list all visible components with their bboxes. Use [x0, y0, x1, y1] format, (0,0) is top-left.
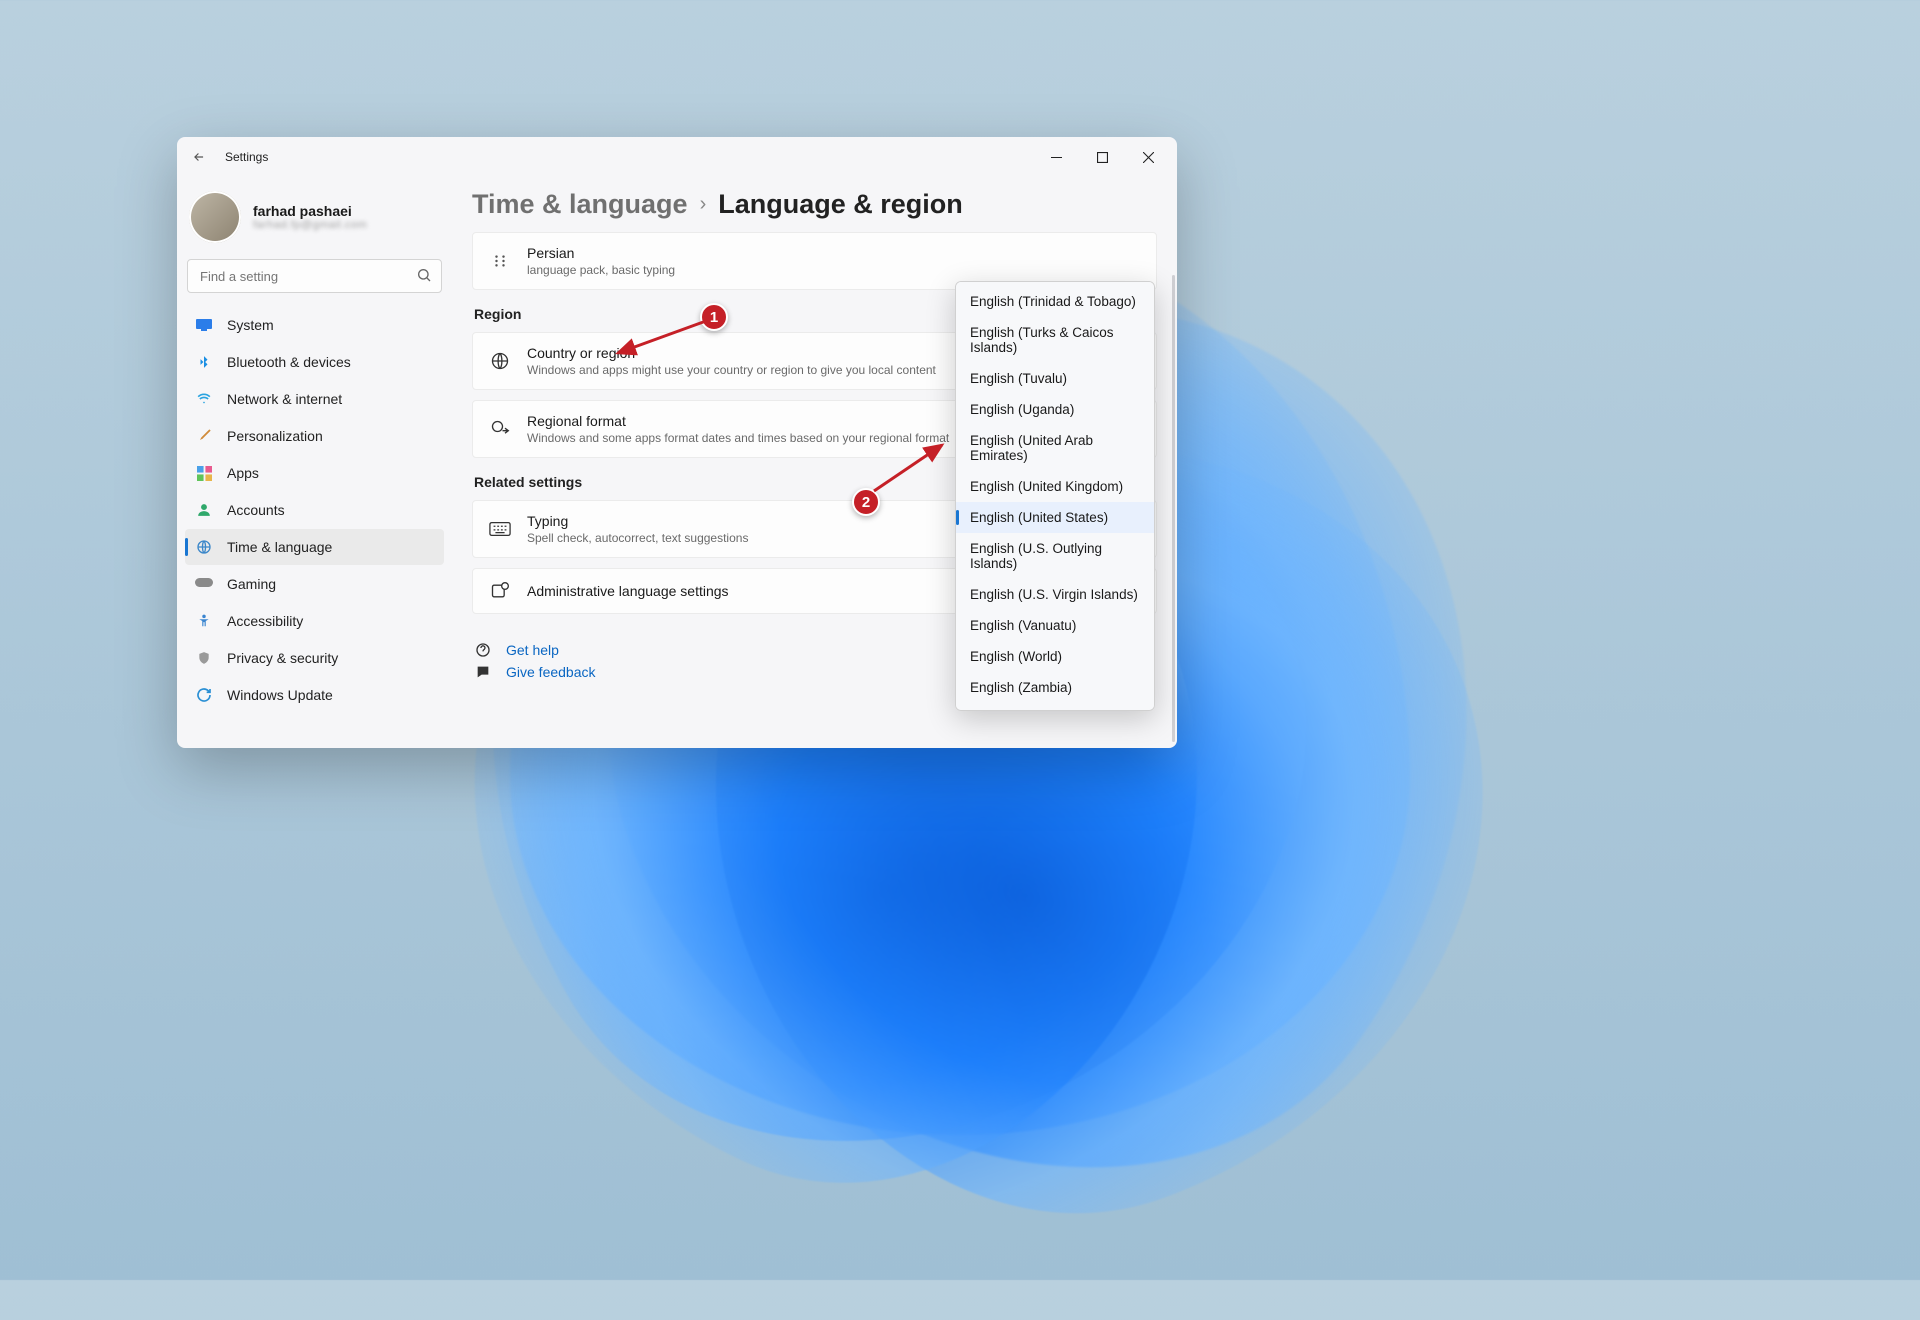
country-option[interactable]: English (Zambia): [956, 672, 1154, 703]
admin-language-title: Administrative language settings: [527, 583, 729, 599]
country-option[interactable]: English (U.S. Virgin Islands): [956, 579, 1154, 610]
search-wrap: [187, 259, 442, 293]
sidebar-item-accessibility[interactable]: Accessibility: [185, 603, 444, 639]
accessibility-icon: [195, 612, 213, 630]
settings-window: Settings farhad pashaei farhad.fp@gmail.…: [177, 137, 1177, 748]
sidebar-item-label: Personalization: [227, 428, 323, 444]
sidebar-item-gaming[interactable]: Gaming: [185, 566, 444, 602]
bluetooth-icon: [195, 353, 213, 371]
page-title: Language & region: [718, 189, 963, 220]
country-subtitle: Windows and apps might use your country …: [527, 363, 936, 377]
breadcrumb-root[interactable]: Time & language: [472, 189, 688, 220]
sidebar-item-label: Privacy & security: [227, 650, 338, 666]
display-icon: [195, 316, 213, 334]
minimize-button[interactable]: [1033, 141, 1079, 173]
close-button[interactable]: [1125, 141, 1171, 173]
sidebar-item-windows-update[interactable]: Windows Update: [185, 677, 444, 713]
sidebar-item-accounts[interactable]: Accounts: [185, 492, 444, 528]
wifi-icon: [195, 390, 213, 408]
profile-email: farhad.fp@gmail.com: [253, 219, 367, 231]
sidebar-item-label: Windows Update: [227, 687, 333, 703]
update-icon: [195, 686, 213, 704]
country-option[interactable]: English (United Kingdom): [956, 471, 1154, 502]
breadcrumb: Time & language › Language & region: [472, 189, 1157, 220]
globe-icon: [489, 351, 511, 371]
gamepad-icon: [195, 575, 213, 593]
country-option[interactable]: English (Trinidad & Tobago): [956, 286, 1154, 317]
annotation-badge-1: 1: [700, 303, 728, 331]
country-option[interactable]: English (Uganda): [956, 394, 1154, 425]
sidebar-item-bluetooth[interactable]: Bluetooth & devices: [185, 344, 444, 380]
sidebar-item-label: Accounts: [227, 502, 285, 518]
typing-title: Typing: [527, 513, 748, 529]
titlebar: Settings: [177, 137, 1177, 177]
profile-name: farhad pashaei: [253, 203, 367, 219]
profile[interactable]: farhad pashaei farhad.fp@gmail.com: [185, 187, 444, 251]
sidebar-item-network[interactable]: Network & internet: [185, 381, 444, 417]
admin-language-icon: [489, 581, 511, 601]
keyboard-icon: [489, 521, 511, 537]
feedback-icon: [474, 664, 492, 680]
sidebar-item-label: Apps: [227, 465, 259, 481]
sidebar-item-label: Accessibility: [227, 613, 303, 629]
avatar: [189, 191, 241, 243]
country-option[interactable]: English (World): [956, 641, 1154, 672]
language-subtitle: language pack, basic typing: [527, 263, 675, 277]
country-option[interactable]: English (United Arab Emirates): [956, 425, 1154, 471]
country-option[interactable]: English (Zimbabwe): [956, 703, 1154, 711]
nav: System Bluetooth & devices Network & int…: [185, 307, 444, 713]
country-title: Country or region: [527, 345, 936, 361]
shield-icon: [195, 649, 213, 667]
drag-handle-icon[interactable]: [489, 254, 511, 268]
back-button[interactable]: [187, 145, 211, 169]
maximize-button[interactable]: [1079, 141, 1125, 173]
sidebar-item-time-language[interactable]: Time & language: [185, 529, 444, 565]
get-help-link[interactable]: Get help: [506, 642, 559, 658]
sidebar-item-label: Gaming: [227, 576, 276, 592]
annotation-badge-2: 2: [852, 488, 880, 516]
globe-clock-icon: [195, 538, 213, 556]
regional-format-title: Regional format: [527, 413, 949, 429]
regional-format-subtitle: Windows and some apps format dates and t…: [527, 431, 949, 445]
region-format-icon: [489, 419, 511, 439]
help-icon: [474, 642, 492, 658]
sidebar-item-privacy[interactable]: Privacy & security: [185, 640, 444, 676]
country-option[interactable]: English (Vanuatu): [956, 610, 1154, 641]
language-name: Persian: [527, 245, 675, 261]
window-title: Settings: [225, 150, 268, 164]
window-controls: [1033, 141, 1171, 173]
sidebar-item-system[interactable]: System: [185, 307, 444, 343]
main-content: Time & language › Language & region Pers…: [452, 177, 1177, 748]
sidebar-item-personalization[interactable]: Personalization: [185, 418, 444, 454]
give-feedback-link[interactable]: Give feedback: [506, 664, 596, 680]
country-dropdown[interactable]: English (Trinidad & Tobago)English (Turk…: [955, 281, 1155, 711]
sidebar: farhad pashaei farhad.fp@gmail.com Syste…: [177, 177, 452, 748]
country-option[interactable]: English (United States): [956, 502, 1154, 533]
scrollbar[interactable]: [1172, 275, 1175, 742]
search-input[interactable]: [187, 259, 442, 293]
country-option[interactable]: English (Turks & Caicos Islands): [956, 317, 1154, 363]
sidebar-item-label: Time & language: [227, 539, 332, 555]
chevron-right-icon: ›: [700, 193, 707, 216]
brush-icon: [195, 427, 213, 445]
sidebar-item-label: System: [227, 317, 274, 333]
sidebar-item-apps[interactable]: Apps: [185, 455, 444, 491]
person-icon: [195, 501, 213, 519]
country-option[interactable]: English (U.S. Outlying Islands): [956, 533, 1154, 579]
sidebar-item-label: Bluetooth & devices: [227, 354, 351, 370]
country-option[interactable]: English (Tuvalu): [956, 363, 1154, 394]
typing-subtitle: Spell check, autocorrect, text suggestio…: [527, 531, 748, 545]
apps-icon: [195, 464, 213, 482]
sidebar-item-label: Network & internet: [227, 391, 342, 407]
